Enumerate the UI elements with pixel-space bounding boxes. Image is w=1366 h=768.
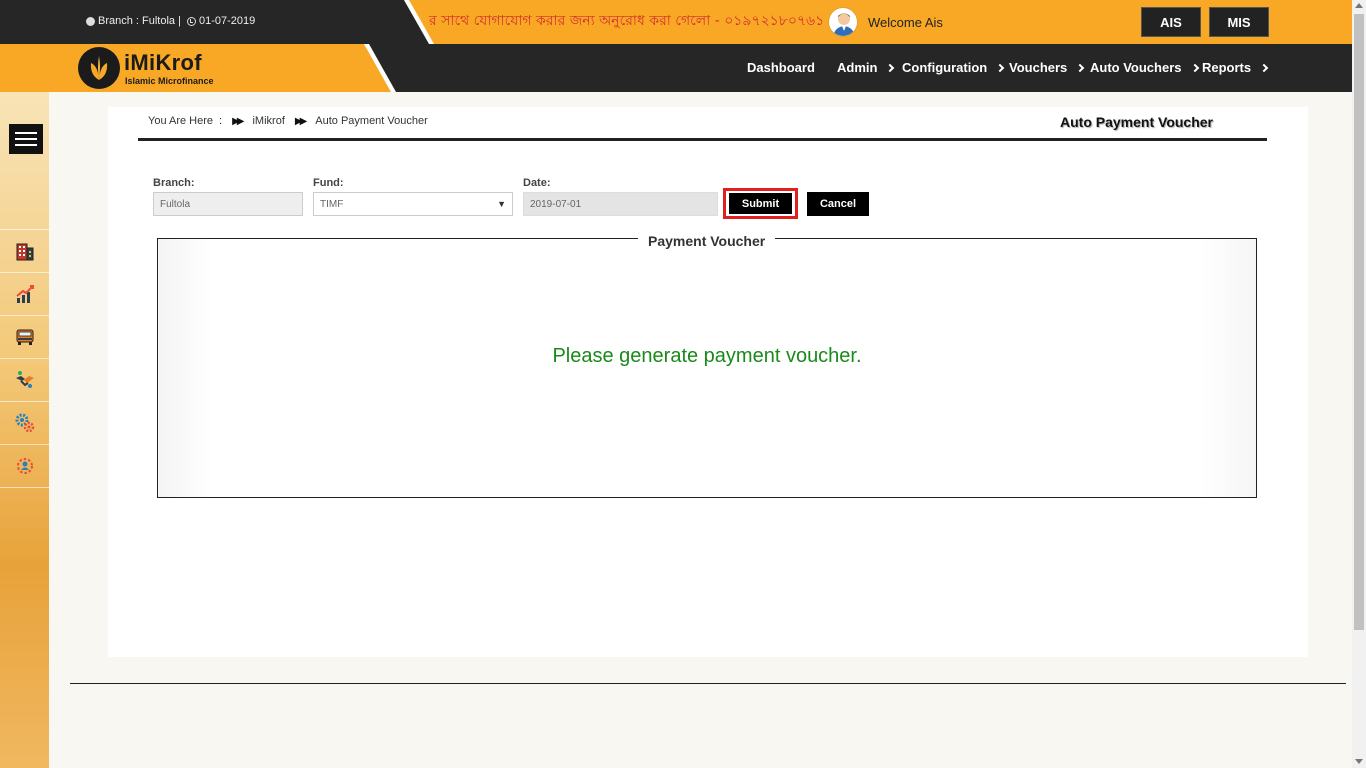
- nav-reports[interactable]: Reports: [1202, 60, 1269, 75]
- nav-admin-label: Admin: [837, 60, 878, 75]
- sidebar-item-settings[interactable]: [0, 402, 49, 445]
- double-arrow-icon: ▶▶: [294, 115, 308, 127]
- car-icon: [16, 329, 33, 345]
- footer-divider: [70, 683, 1346, 684]
- chart-growth-icon: [15, 285, 34, 303]
- page-title: Auto Payment Voucher: [1060, 114, 1213, 130]
- sidebar-item-handshake[interactable]: [0, 359, 49, 402]
- settings-user-icon: [16, 458, 33, 474]
- cancel-button[interactable]: Cancel: [807, 192, 869, 216]
- title-divider: [138, 138, 1267, 141]
- nav-vouchers[interactable]: Vouchers: [1009, 60, 1085, 75]
- sidebar-item-user-settings[interactable]: [0, 445, 49, 488]
- welcome-text: Welcome Ais: [868, 15, 943, 30]
- payment-voucher-legend: Payment Voucher: [638, 233, 776, 249]
- notice-marquee: র সাথে যোগাযোগ করার জন্য অনুরোধ করা গেলো…: [429, 13, 825, 29]
- double-arrow-icon: ▶▶: [232, 115, 245, 127]
- breadcrumb-separator: :: [219, 115, 223, 127]
- dropdown-arrow-icon: ▼: [497, 199, 506, 209]
- breadcrumb-root-link[interactable]: iMikrof: [252, 115, 284, 127]
- leaf-logo-icon[interactable]: [78, 47, 120, 89]
- clock-icon: [186, 16, 196, 26]
- fund-select[interactable]: TIMF ▼: [313, 192, 513, 216]
- chevron-right-icon: [886, 63, 895, 72]
- sidebar-item-building[interactable]: [0, 230, 49, 273]
- nav-configuration[interactable]: Configuration: [902, 60, 1005, 75]
- nav-auto-vouchers-label: Auto Vouchers: [1090, 60, 1182, 75]
- breadcrumb: You Are Here : ▶▶ iMikrof ▶▶ Auto Paymen…: [148, 115, 428, 127]
- breadcrumb-prefix: You Are Here: [148, 115, 214, 127]
- handshake-icon: [15, 371, 34, 388]
- building-icon: [16, 243, 33, 261]
- chevron-right-icon: [1190, 63, 1199, 72]
- chevron-right-icon: [1259, 63, 1269, 72]
- submit-button[interactable]: Submit: [729, 193, 792, 214]
- hamburger-menu-icon[interactable]: [9, 124, 43, 154]
- nav-auto-vouchers[interactable]: Auto Vouchers: [1090, 60, 1199, 75]
- ais-button[interactable]: AIS: [1141, 7, 1201, 37]
- nav-reports-label: Reports: [1202, 60, 1252, 75]
- branch-value: Fultola: [160, 198, 191, 210]
- date-label: Date:: [523, 177, 551, 189]
- date-text: 01-07-2019: [198, 15, 256, 27]
- sidebar-item-vehicle[interactable]: [0, 316, 49, 359]
- nav-dashboard-label: Dashboard: [747, 60, 815, 75]
- chevron-right-icon: [1076, 63, 1085, 72]
- fund-value: TIMF: [320, 198, 344, 210]
- nav-vouchers-label: Vouchers: [1009, 60, 1068, 75]
- logo-name: iMiKrof: [124, 50, 202, 75]
- globe-icon: [86, 16, 95, 26]
- breadcrumb-current: Auto Payment Voucher: [315, 115, 428, 127]
- payment-voucher-box: [157, 238, 1257, 498]
- logo-tagline: Islamic Microfinance: [125, 76, 214, 86]
- gears-icon: [15, 413, 34, 433]
- date-value: 2019-07-01: [530, 198, 582, 210]
- branch-text: Branch : Fultola |: [98, 15, 181, 27]
- branch-field: Fultola: [153, 192, 303, 216]
- submit-highlight: Submit: [723, 188, 798, 219]
- scroll-up-arrow-icon[interactable]: [1355, 3, 1363, 8]
- date-field[interactable]: 2019-07-01: [523, 192, 718, 216]
- chevron-right-icon: [995, 63, 1005, 72]
- fund-label: Fund:: [313, 177, 344, 189]
- user-avatar-icon: [828, 7, 858, 37]
- scrollbar-thumb[interactable]: [1354, 14, 1364, 630]
- voucher-status-message: Please generate payment voucher.: [552, 345, 862, 367]
- mis-button[interactable]: MIS: [1209, 7, 1269, 37]
- nav-dashboard[interactable]: Dashboard: [747, 60, 815, 75]
- nav-admin[interactable]: Admin: [837, 60, 895, 75]
- branch-label: Branch:: [153, 177, 195, 189]
- nav-configuration-label: Configuration: [902, 60, 988, 75]
- sidebar-item-growth[interactable]: [0, 273, 49, 316]
- scroll-down-arrow-icon[interactable]: [1355, 759, 1363, 764]
- branch-info: Branch : Fultola | 01-07-2019: [86, 15, 255, 27]
